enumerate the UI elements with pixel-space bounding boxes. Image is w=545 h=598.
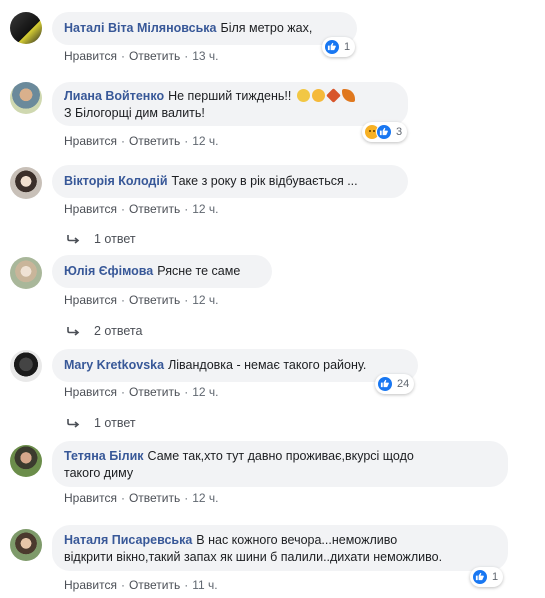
avatar[interactable]	[10, 257, 42, 289]
comment-bubble: Юлія Єфімова Рясне те саме	[52, 255, 272, 288]
like-icon	[472, 569, 488, 585]
comment-text: Таке з року в рік відбувається ...	[171, 174, 358, 188]
separator: ·	[184, 134, 189, 148]
comment-actions: Нравится · Ответить · 12 ч.	[64, 293, 219, 307]
comment-text: Лівандовка - немає такого району.	[168, 358, 367, 372]
comment-actions: Нравится · Ответить · 12 ч.	[64, 491, 219, 505]
comment-bubble: Вікторія Колодій Таке з року в рік відбув…	[52, 165, 408, 198]
replies-count[interactable]: 2 ответа	[94, 324, 142, 338]
avatar[interactable]	[10, 12, 42, 44]
like-button[interactable]: Нравится	[64, 578, 117, 592]
comment-author[interactable]: Наталя Писаревська	[64, 533, 192, 547]
comment-text: Біля метро жах,	[220, 21, 313, 35]
reply-button[interactable]: Ответить	[129, 491, 180, 505]
like-icon	[376, 124, 392, 140]
avatar[interactable]	[10, 167, 42, 199]
like-button[interactable]: Нравится	[64, 134, 117, 148]
separator: ·	[120, 293, 125, 307]
reply-arrow-icon	[67, 235, 80, 244]
comment-author[interactable]: Mary Kretkovska	[64, 358, 164, 372]
reply-button[interactable]: Ответить	[129, 49, 180, 63]
separator: ·	[184, 202, 189, 216]
replies-count[interactable]: 1 ответ	[94, 232, 136, 246]
separator: ·	[120, 385, 125, 399]
comment-actions: Нравится · Ответить · 12 ч.	[64, 134, 219, 148]
comment-text: В нас кожного вечора...неможливо	[196, 533, 398, 547]
like-button[interactable]: Нравится	[64, 293, 117, 307]
emoji-icon	[311, 89, 325, 102]
like-button[interactable]: Нравится	[64, 202, 117, 216]
timestamp[interactable]: 12 ч.	[192, 202, 218, 216]
timestamp[interactable]: 11 ч.	[192, 578, 217, 592]
timestamp[interactable]: 12 ч.	[192, 293, 218, 307]
comment-author[interactable]: Лиана Войтенко	[64, 89, 164, 103]
reactions-summary[interactable]: 1	[470, 567, 504, 587]
comment-text: Не перший тиждень!!	[168, 89, 292, 103]
timestamp[interactable]: 12 ч.	[192, 385, 218, 399]
comment-bubble: Лиана Войтенко Не перший тиждень!! З Біло…	[52, 82, 408, 126]
avatar[interactable]	[10, 445, 42, 477]
separator: ·	[120, 578, 125, 592]
comment-text-line2: такого диму	[64, 466, 134, 480]
view-replies-link[interactable]: 1 ответ	[66, 416, 136, 430]
separator: ·	[184, 293, 189, 307]
avatar[interactable]	[10, 82, 42, 114]
comment-bubble: Тетяна Білик Саме так,хто тут давно прожи…	[52, 441, 508, 487]
separator: ·	[184, 491, 189, 505]
comment-text-line2: З Білогорщі дим валить!	[64, 106, 205, 120]
separator: ·	[184, 385, 189, 399]
separator: ·	[120, 491, 125, 505]
like-icon	[324, 39, 340, 55]
reply-button[interactable]: Ответить	[129, 385, 180, 399]
reply-button[interactable]: Ответить	[129, 202, 180, 216]
like-button[interactable]: Нравится	[64, 49, 117, 63]
reactions-summary[interactable]: 24	[375, 374, 415, 394]
comment-author[interactable]: Наталі Віта Міляновська	[64, 21, 217, 35]
maple-leaf-icon	[326, 88, 341, 103]
reactions-summary[interactable]: 1	[322, 37, 356, 57]
view-replies-link[interactable]: 1 ответ	[66, 232, 136, 246]
like-icon	[377, 376, 393, 392]
comment-text-line2: відкрити вікно,такий запах як шини б пал…	[64, 550, 443, 564]
view-replies-link[interactable]: 2 ответа	[66, 324, 142, 338]
separator: ·	[120, 202, 125, 216]
reaction-count: 1	[492, 571, 499, 583]
reaction-count: 24	[397, 378, 410, 390]
comment-actions: Нравится · Ответить · 11 ч.	[64, 578, 218, 592]
comment-actions: Нравится · Ответить · 12 ч.	[64, 385, 219, 399]
reply-button[interactable]: Ответить	[129, 293, 180, 307]
reaction-count: 1	[344, 41, 351, 53]
replies-count[interactable]: 1 ответ	[94, 416, 136, 430]
separator: ·	[120, 49, 125, 63]
reply-button[interactable]: Ответить	[129, 578, 180, 592]
separator: ·	[120, 134, 125, 148]
leaves-icon	[341, 89, 355, 102]
comment-author[interactable]: Вікторія Колодій	[64, 174, 168, 188]
comment-text: Рясне те саме	[157, 264, 241, 278]
comment-bubble: Наталі Віта Міляновська Біля метро жах,	[52, 12, 357, 45]
like-button[interactable]: Нравится	[64, 491, 117, 505]
emoji-icon	[296, 89, 310, 102]
reactions-summary[interactable]: 3	[362, 122, 408, 142]
avatar[interactable]	[10, 350, 42, 382]
reply-arrow-icon	[67, 327, 80, 336]
separator: ·	[184, 578, 189, 592]
timestamp[interactable]: 12 ч.	[192, 134, 218, 148]
reaction-count: 3	[396, 126, 403, 138]
comment-actions: Нравится · Ответить · 13 ч.	[64, 49, 219, 63]
comment-text: Саме так,хто тут давно проживає,вкурсі щ…	[147, 449, 414, 463]
timestamp[interactable]: 13 ч.	[192, 49, 218, 63]
avatar[interactable]	[10, 529, 42, 561]
reply-button[interactable]: Ответить	[129, 134, 180, 148]
comment-actions: Нравится · Ответить · 12 ч.	[64, 202, 219, 216]
like-button[interactable]: Нравится	[64, 385, 117, 399]
timestamp[interactable]: 12 ч.	[192, 491, 218, 505]
separator: ·	[184, 49, 189, 63]
comment-bubble: Mary Kretkovska Лівандовка - немає такого…	[52, 349, 418, 382]
comment-author[interactable]: Тетяна Білик	[64, 449, 144, 463]
comment-bubble: Наталя Писаревська В нас кожного вечора..…	[52, 525, 508, 571]
comment-author[interactable]: Юлія Єфімова	[64, 264, 153, 278]
reply-arrow-icon	[67, 419, 80, 428]
